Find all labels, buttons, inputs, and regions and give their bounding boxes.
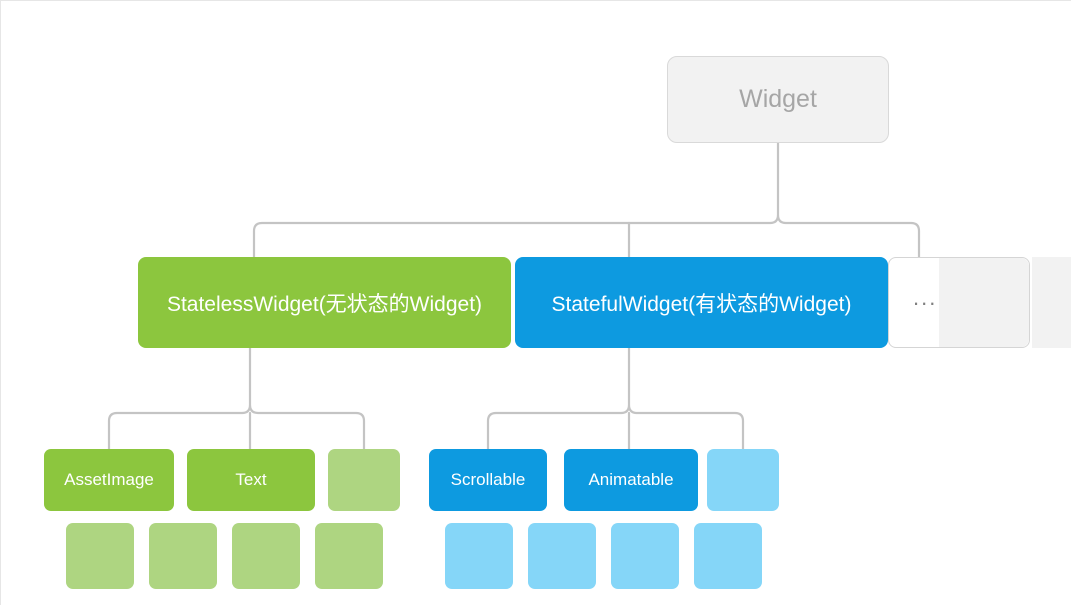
node-stateful-widget[interactable]: StatefulWidget(有状态的Widget) <box>515 257 888 348</box>
diagram-canvas: Widget StatelessWidget(无状态的Widget) State… <box>0 0 1071 605</box>
node-text-label: Text <box>235 470 267 489</box>
node-asset-image-label: AssetImage <box>64 470 154 489</box>
node-scrollable-label: Scrollable <box>450 470 526 489</box>
edge-green-bus <box>107 404 366 451</box>
node-green-placeholder-2[interactable] <box>66 523 134 589</box>
node-text[interactable]: Text <box>187 449 315 511</box>
node-blue-placeholder-5[interactable] <box>694 523 762 589</box>
node-blue-placeholder-1[interactable] <box>707 449 779 511</box>
node-animatable[interactable]: Animatable <box>564 449 698 511</box>
node-stateful-widget-label: StatefulWidget(有状态的Widget) <box>551 292 852 316</box>
node-blue-placeholder-2[interactable] <box>445 523 513 589</box>
node-animatable-label: Animatable <box>588 470 674 489</box>
node-stateless-widget[interactable]: StatelessWidget(无状态的Widget) <box>138 257 511 348</box>
node-green-placeholder-3[interactable] <box>149 523 217 589</box>
edge-root-bus <box>252 214 921 259</box>
node-blue-placeholder-4[interactable] <box>611 523 679 589</box>
node-more-widgets[interactable]: ... <box>888 257 1030 348</box>
node-stateless-widget-label: StatelessWidget(无状态的Widget) <box>166 292 483 316</box>
node-asset-image[interactable]: AssetImage <box>44 449 174 511</box>
node-blue-placeholder-3[interactable] <box>528 523 596 589</box>
edge-blue-bus <box>486 404 745 451</box>
node-green-placeholder-1[interactable] <box>328 449 400 511</box>
node-green-placeholder-4[interactable] <box>232 523 300 589</box>
node-more-widgets-label: ... <box>913 285 938 311</box>
node-scrollable[interactable]: Scrollable <box>429 449 547 511</box>
node-widget[interactable]: Widget <box>667 56 889 143</box>
node-green-placeholder-5[interactable] <box>315 523 383 589</box>
node-widget-label: Widget <box>739 85 817 113</box>
canvas-right-strip <box>1032 257 1071 348</box>
